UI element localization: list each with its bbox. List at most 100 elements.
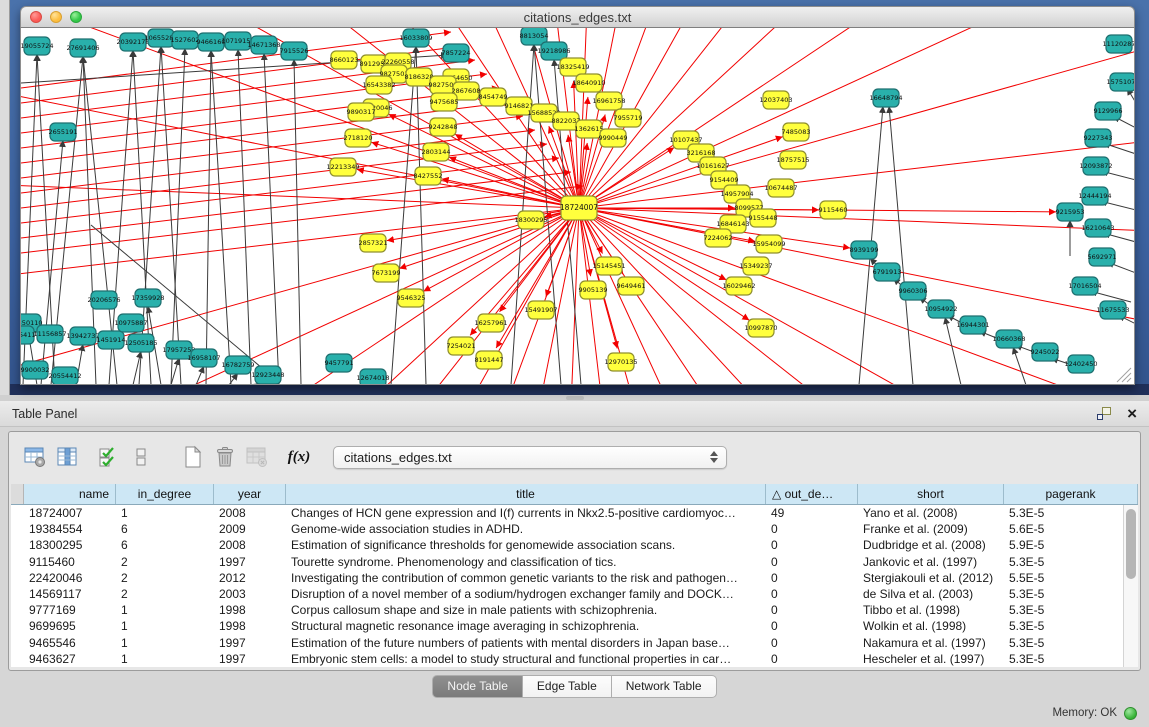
table-cell: Yano et al. (2008) [857,505,1003,521]
table-row[interactable]: 1872400712008Changes of HCN gene express… [11,505,1123,521]
table-cell: 0 [765,635,857,651]
svg-text:12923448: 12923448 [251,371,284,379]
network-graph[interactable]: 1905572427691406203921781065528715276029… [21,28,1135,385]
svg-text:8939199: 8939199 [850,246,879,254]
svg-text:12505185: 12505185 [124,339,157,347]
table-cell: 1997 [213,554,285,570]
table-vertical-scrollbar[interactable] [1123,505,1138,667]
network-window: citations_edges.txt 19055724276914062039… [20,6,1135,385]
network-window-titlebar[interactable]: citations_edges.txt [20,6,1135,28]
svg-text:15349237: 15349237 [739,262,772,270]
svg-text:11120287: 11120287 [1102,40,1135,48]
table-row[interactable]: 946362711997Embryonic stem cells: a mode… [11,651,1123,667]
tab-edge-table[interactable]: Edge Table [523,675,612,698]
network-canvas[interactable]: 1905572427691406203921781065528715276029… [20,28,1135,385]
function-builder-icon[interactable]: f(x) [285,443,313,471]
table-row[interactable]: 1830029562008Estimation of significance … [11,537,1123,553]
clear-selection-icon[interactable] [127,443,155,471]
table-row[interactable]: 1938455462009Genome-wide association stu… [11,521,1123,537]
svg-text:16029462: 16029462 [722,282,755,290]
panel-title: Table Panel [12,407,77,421]
table-cell: 5.3E-5 [1003,554,1123,570]
float-window-icon[interactable] [1097,407,1111,420]
svg-text:17016504: 17016504 [1068,282,1101,290]
svg-text:9154409: 9154409 [710,176,739,184]
table-cell: 9463627 [23,651,115,667]
table-row[interactable]: 977716911998Corpus callosum shape and si… [11,602,1123,618]
column-header-year[interactable]: year [214,484,286,504]
table-cell: 1 [115,602,213,618]
table-cell: 18300295 [23,537,115,553]
column-header-short[interactable]: short [858,484,1004,504]
table-cell: 2 [115,554,213,570]
table-header-row: namein_degreeyeartitle△ out_de…shortpage… [11,484,1138,505]
table-cell: 49 [765,505,857,521]
svg-text:7485083: 7485083 [782,128,811,136]
tab-network-table[interactable]: Network Table [612,675,717,698]
column-header-pagerank[interactable]: pagerank [1004,484,1138,504]
svg-text:9227343: 9227343 [1084,134,1113,142]
table-cell [11,505,23,521]
svg-text:18640910: 18640910 [572,79,605,87]
dropdown-stepper-icon [710,451,718,463]
svg-text:13942737: 13942737 [66,332,99,340]
scrollbar-thumb[interactable] [1126,509,1136,579]
table-cell: Hescheler et al. (1997) [857,651,1003,667]
svg-text:9890317: 9890317 [347,108,376,116]
svg-text:10954922: 10954922 [924,305,957,313]
table-mode-icon[interactable] [21,443,49,471]
table-cell: 0 [765,521,857,537]
svg-text:11156857: 11156857 [33,330,66,338]
column-header-title[interactable]: title [286,484,766,504]
table-cell [11,618,23,634]
table-cell: 9465546 [23,635,115,651]
show-columns-icon[interactable] [53,443,81,471]
table-row[interactable]: 2242004622012Investigating the contribut… [11,570,1123,586]
table-cell: 5.3E-5 [1003,602,1123,618]
table-selector-dropdown[interactable]: citations_edges.txt [333,446,727,469]
close-icon[interactable]: × [1127,407,1137,421]
table-cell: 5.3E-5 [1003,635,1123,651]
svg-text:2867608: 2867608 [452,87,481,95]
table-cell: Investigating the contribution of common… [285,570,765,586]
column-header-out_de[interactable]: △ out_de… [766,484,858,504]
memory-status-label: Memory: OK [1052,707,1117,719]
table-cell: 1 [115,505,213,521]
table-cell: 2008 [213,537,285,553]
table-cell: 18724007 [23,505,115,521]
table-row[interactable]: 946554611997Estimation of the future num… [11,635,1123,651]
new-file-icon[interactable] [179,443,207,471]
svg-text:16033809: 16033809 [399,34,432,42]
table-cell: 1 [115,635,213,651]
column-header-name[interactable]: name [24,484,116,504]
table-cell [11,554,23,570]
delete-icon[interactable] [211,443,239,471]
svg-text:10660368: 10660368 [992,335,1025,343]
table-cell: Franke et al. (2009) [857,521,1003,537]
table-panel-header: Table Panel × [0,401,1149,427]
svg-text:9960306: 9960306 [899,287,928,295]
svg-text:15491907: 15491907 [524,306,557,314]
svg-text:9155448: 9155448 [749,214,778,222]
tab-node-table[interactable]: Node Table [432,675,523,698]
table-row[interactable]: 969969511998Structural magnetic resonanc… [11,618,1123,634]
table-cell: Jankovic et al. (1997) [857,554,1003,570]
table-row[interactable]: 911546021997Tourette syndrome. Phenomeno… [11,554,1123,570]
left-dock-strip [0,0,10,395]
table-cell [11,570,23,586]
svg-text:8454749: 8454749 [479,93,508,101]
svg-text:10997870: 10997870 [744,324,777,332]
table-row[interactable]: 1456911722003Disruption of a novel membe… [11,586,1123,602]
svg-text:10161627: 10161627 [696,162,729,170]
svg-text:9129966: 9129966 [1094,107,1123,115]
select-all-icon[interactable] [95,443,123,471]
svg-text:10674487: 10674487 [764,184,797,192]
svg-text:12402450: 12402450 [1064,360,1097,368]
svg-text:14957904: 14957904 [720,190,753,198]
svg-text:8813054: 8813054 [520,32,549,40]
status-bar: Memory: OK [0,699,1149,727]
svg-text:9115460: 9115460 [819,206,848,214]
splitter-handle-icon[interactable] [566,396,584,400]
table-cell: 0 [765,537,857,553]
column-header-in_degree[interactable]: in_degree [116,484,214,504]
